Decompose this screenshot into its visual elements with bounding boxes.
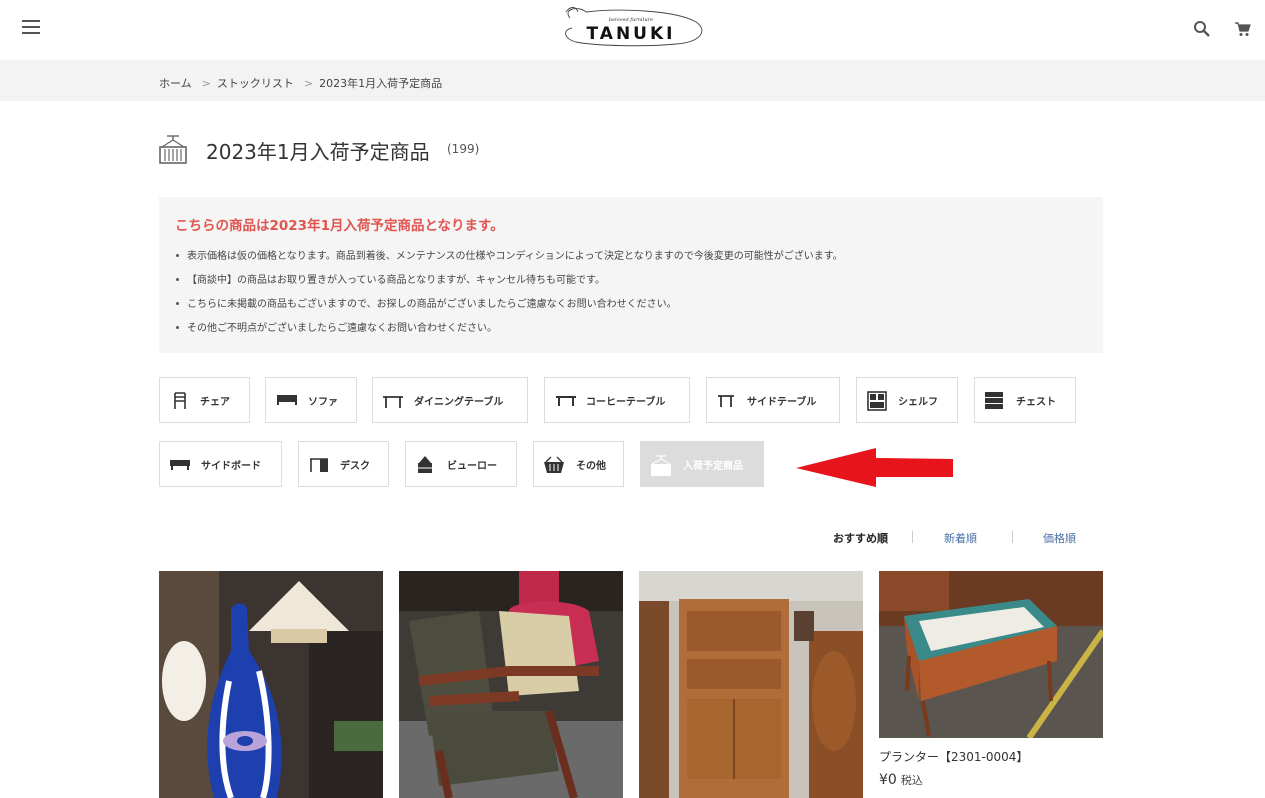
logo-text: TANUKI [586, 24, 676, 44]
dining-table-icon [383, 396, 403, 408]
chest-icon [985, 392, 1003, 409]
chevron-right-icon: > [201, 77, 211, 90]
category-chest[interactable]: チェスト [974, 377, 1076, 423]
chevron-right-icon: > [303, 77, 314, 90]
item-count: (199) [447, 142, 480, 156]
category-label: チェア [200, 397, 230, 408]
breadcrumb-current: 2023年1月入荷予定商品 [319, 77, 443, 90]
sofa-icon [277, 395, 297, 405]
basket-icon [544, 456, 564, 473]
category-coffee-table[interactable]: コーヒーテーブル [544, 377, 690, 423]
sideboard-icon [170, 460, 190, 470]
cart-icon[interactable] [1234, 20, 1252, 38]
notice-list: 表示価格は仮の価格となります。商品到着後、メンテナンスの仕様やコンディションによ… [175, 247, 843, 343]
breadcrumb-bar: ホーム > ストックリスト >2023年1月入荷予定商品 [0, 60, 1265, 101]
container-icon [159, 134, 187, 164]
category-label: サイドテーブル [747, 397, 817, 408]
category-label: ビューロー [447, 461, 497, 472]
site-logo[interactable]: beloved furniture TANUKI [556, 4, 706, 54]
category-bureau[interactable]: ビューロー [405, 441, 517, 487]
sort-divider [912, 531, 913, 543]
product-photo[interactable] [879, 571, 1103, 738]
category-side-table[interactable]: サイドテーブル [706, 377, 840, 423]
side-table-icon [718, 395, 734, 407]
notice-heading: こちらの商品は2023年1月入荷予定商品となります。 [175, 218, 504, 234]
chair-icon [174, 392, 186, 409]
shelf-icon [867, 391, 887, 411]
category-label: その他 [576, 461, 606, 472]
menu-icon[interactable] [22, 20, 40, 36]
notice-box: こちらの商品は2023年1月入荷予定商品となります。 表示価格は仮の価格となりま… [159, 197, 1103, 353]
notice-item: その他ご不明点がございましたらご遠慮なくお問い合わせください。 [175, 319, 843, 343]
category-other[interactable]: その他 [533, 441, 624, 487]
breadcrumb-stocklist[interactable]: ストックリスト [217, 77, 294, 90]
product-name[interactable]: プランター【2301-0004】 [879, 748, 1028, 765]
annotation-arrow-icon [796, 448, 953, 487]
category-sideboard[interactable]: サイドボード [159, 441, 282, 487]
product-photo[interactable] [639, 571, 863, 798]
category-label: デスク [340, 461, 370, 472]
category-sofa[interactable]: ソファ [265, 377, 357, 423]
desk-icon [310, 458, 328, 472]
container-icon [651, 455, 671, 476]
notice-item: こちらに未掲載の商品もございますので、お探しの商品がございましたらご遠慮なくお問… [175, 295, 843, 319]
category-label: サイドボード [201, 461, 261, 472]
product-photo[interactable] [399, 571, 623, 798]
category-label: ソファ [308, 397, 338, 408]
site-header: beloved furniture TANUKI [0, 0, 1265, 60]
breadcrumb: ホーム > ストックリスト >2023年1月入荷予定商品 [159, 75, 442, 91]
sort-divider [1012, 531, 1013, 543]
sort-recommended[interactable]: おすすめ順 [833, 530, 888, 546]
product-photo[interactable] [159, 571, 383, 798]
coffee-table-icon [556, 396, 576, 406]
category-label: シェルフ [898, 397, 938, 408]
category-label: ダイニングテーブル [414, 397, 504, 408]
product-price: ¥0 税込 [879, 772, 923, 788]
category-incoming[interactable]: 入荷予定商品 [640, 441, 764, 487]
category-desk[interactable]: デスク [298, 441, 389, 487]
notice-item: 【商談中】の商品はお取り置きが入っている商品となりますが、キャンセル待ちも可能で… [175, 271, 843, 295]
category-label: 入荷予定商品 [683, 461, 743, 472]
notice-item: 表示価格は仮の価格となります。商品到着後、メンテナンスの仕様やコンディションによ… [175, 247, 843, 271]
bureau-icon [418, 456, 432, 473]
sort-newest[interactable]: 新着順 [944, 530, 977, 546]
category-dining-table[interactable]: ダイニングテーブル [372, 377, 528, 423]
category-label: コーヒーテーブル [586, 397, 666, 408]
category-label: チェスト [1016, 397, 1056, 408]
sort-price[interactable]: 価格順 [1043, 530, 1076, 546]
logo-subtitle: beloved furniture [608, 17, 654, 23]
breadcrumb-home[interactable]: ホーム [159, 77, 192, 90]
search-icon[interactable] [1193, 20, 1211, 38]
page-title: 2023年1月入荷予定商品 [206, 140, 430, 164]
category-chair[interactable]: チェア [159, 377, 250, 423]
category-shelf[interactable]: シェルフ [856, 377, 958, 423]
